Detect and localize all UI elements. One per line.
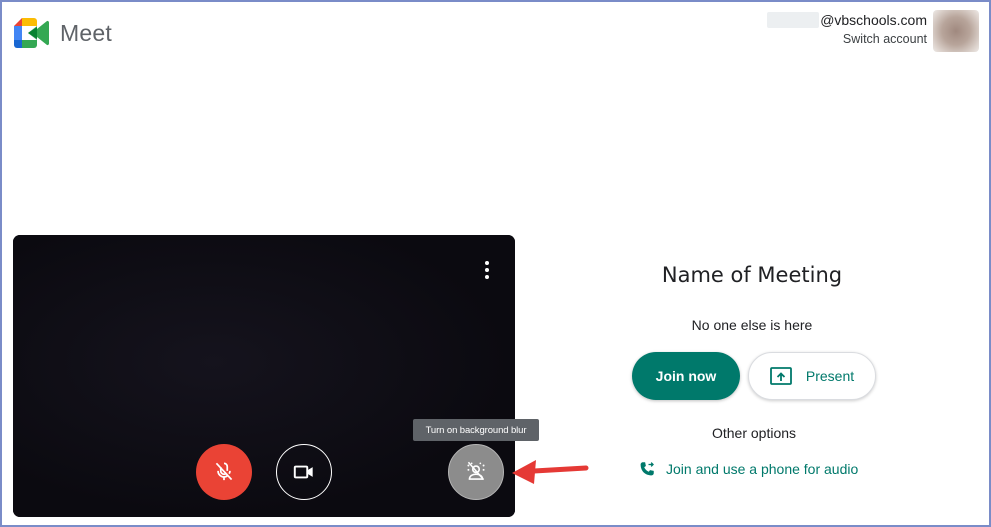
camera-toggle-button[interactable] [276,444,332,500]
app-name: Meet [60,19,112,46]
videocam-icon [293,465,313,479]
present-button[interactable]: Present [748,352,876,400]
mic-toggle-button[interactable] [196,444,252,500]
account-email-domain: @vbschools.com [820,12,927,28]
join-now-button[interactable]: Join now [632,352,740,400]
switch-account-link[interactable]: Switch account [767,32,927,46]
meeting-title: Name of Meeting [661,263,843,287]
background-blur-icon [467,461,485,481]
account-info: @vbschools.com Switch account [767,10,927,46]
meet-logo[interactable]: Meet [14,18,112,48]
present-label: Present [805,368,855,384]
background-blur-tooltip: Turn on background blur [413,419,539,441]
self-video-preview [13,235,515,517]
participants-status: No one else is here [691,317,813,333]
mic-off-icon [215,462,233,481]
app-window: Meet @vbschools.com Switch account Turn … [0,0,991,527]
google-meet-logo-icon [14,18,50,48]
join-with-phone-link[interactable]: Join and use a phone for audio [638,460,858,478]
account-email: @vbschools.com [767,10,927,30]
other-options-heading: Other options [711,425,797,441]
avatar[interactable] [933,10,979,52]
annotation-arrow-icon [512,460,589,484]
join-with-phone-label: Join and use a phone for audio [666,461,859,477]
phone-forwarded-icon [640,462,654,476]
account-menu[interactable]: @vbschools.com Switch account [767,10,979,52]
background-blur-button[interactable] [448,444,504,500]
redacted-username [767,12,820,28]
present-to-all-icon [769,367,792,385]
more-vert-icon[interactable] [477,259,497,281]
